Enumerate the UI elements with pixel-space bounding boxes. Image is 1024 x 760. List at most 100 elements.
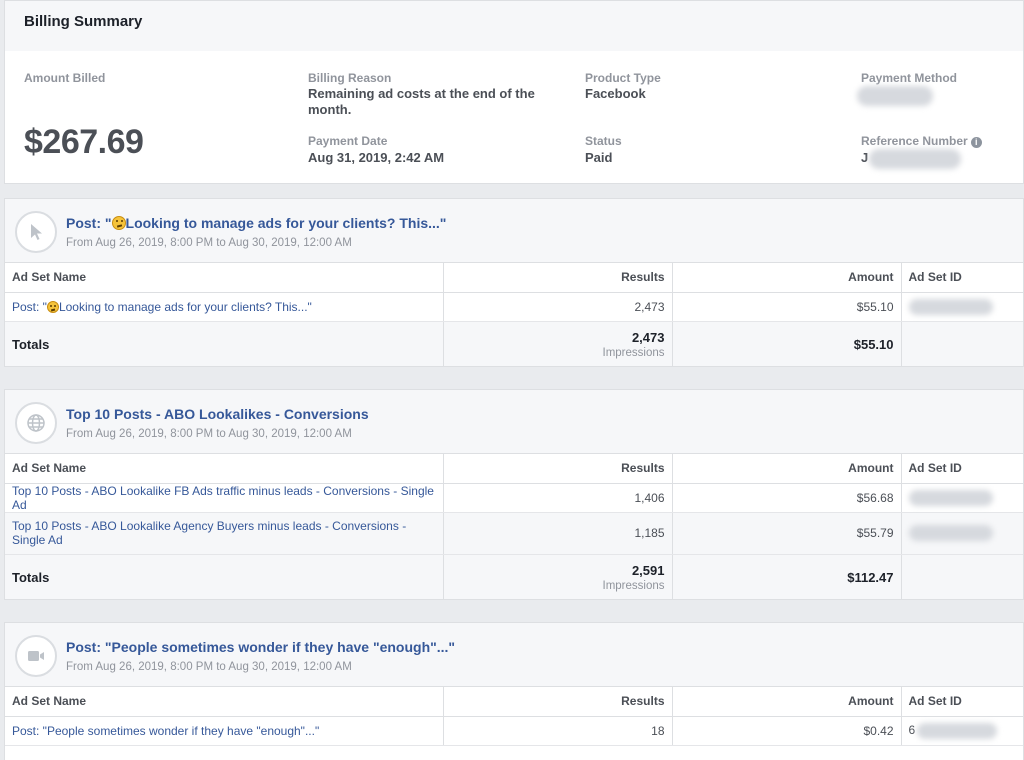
ad-set-table: Ad Set Name Results Amount Ad Set ID Pos… (5, 263, 1023, 366)
ad-set-link[interactable]: Top 10 Posts - ABO Lookalike FB Ads traf… (12, 484, 434, 512)
totals-empty-cell (901, 321, 1023, 366)
totals-results: 2,473 (631, 329, 665, 345)
campaign-title[interactable]: Post: "People sometimes wonder if they h… (66, 639, 455, 655)
totals-results-cell: 2,473 Impressions (443, 321, 673, 366)
amount-cell: $55.10 (672, 292, 902, 322)
billing-reason-value: Remaining ad costs at the end of the mon… (308, 86, 535, 117)
reference-number-label-text: Reference Number (861, 134, 968, 148)
status-label: Status (585, 134, 622, 148)
globe-icon (15, 402, 57, 444)
campaign-card: Post: " Looking to manage ads for your cl… (4, 198, 1024, 367)
col-amount[interactable]: Amount (672, 687, 902, 717)
col-results[interactable]: Results (443, 687, 673, 717)
totals-row: Totals 2,591 Impressions $112.47 (5, 554, 1023, 599)
video-camera-icon (15, 635, 57, 677)
amount-cell: $0.42 (672, 716, 902, 746)
campaign-date-range: From Aug 26, 2019, 8:00 PM to Aug 30, 20… (66, 237, 352, 249)
results-cell: 2,473 (443, 292, 673, 322)
col-amount[interactable]: Amount (672, 263, 902, 293)
thinking-emoji-icon (46, 300, 59, 313)
ad-set-id-redacted (917, 722, 998, 739)
ad-set-link[interactable]: Post: "People sometimes wonder if they h… (12, 724, 319, 738)
billing-summary-title: Billing Summary (5, 1, 1023, 51)
payment-method-label: Payment Method (861, 71, 958, 85)
totals-label: Totals (12, 336, 50, 352)
totals-label-cell: Totals (5, 554, 444, 599)
totals-results-cell: 2,591 Impressions (443, 554, 673, 599)
campaign-card: Post: "People sometimes wonder if they h… (4, 622, 1024, 760)
info-icon[interactable]: i (970, 137, 982, 148)
reference-number-label: Reference Number i (861, 134, 982, 148)
table-row: Post: "People sometimes wonder if they h… (5, 716, 1023, 746)
ad-set-id-cell (901, 292, 1023, 322)
results-cell: 18 (443, 716, 673, 746)
totals-label: Totals (12, 569, 50, 585)
product-type-value: Facebook (585, 86, 646, 101)
ad-set-id-redacted (908, 298, 993, 315)
col-ad-set-name[interactable]: Ad Set Name (5, 687, 444, 717)
billing-summary-card: Billing Summary Amount Billed $267.69 Bi… (4, 0, 1024, 184)
totals-unit: Impressions (602, 346, 665, 359)
ad-set-name-post: Looking to manage ads for your clients? … (58, 299, 312, 314)
campaign-date-range: From Aug 26, 2019, 8:00 PM to Aug 30, 20… (66, 428, 352, 440)
totals-amount-cell: $55.10 (672, 321, 902, 366)
totals-unit: Impressions (602, 579, 665, 592)
ad-set-name-cell: Post: " Looking to manage ads for your cl… (5, 292, 444, 322)
reference-number-redacted (869, 149, 961, 169)
table-row: Post: " Looking to manage ads for your cl… (5, 292, 1023, 322)
col-ad-set-id[interactable]: Ad Set ID (901, 263, 1023, 293)
results-cell: 1,406 (443, 483, 673, 513)
col-ad-set-id[interactable]: Ad Set ID (901, 454, 1023, 484)
col-results[interactable]: Results (443, 263, 673, 293)
amount-cell: $55.79 (672, 512, 902, 555)
results-cell: 1,185 (443, 512, 673, 555)
product-type-label: Product Type (585, 71, 661, 85)
totals-amount: $55.10 (853, 336, 894, 352)
totals-label-cell: Totals (5, 321, 444, 366)
campaign-title[interactable]: Post: " Looking to manage ads for your cl… (66, 215, 446, 231)
table-header-row: Ad Set Name Results Amount Ad Set ID (5, 687, 1023, 717)
ad-set-link[interactable]: Post: " Looking to manage ads for your cl… (12, 300, 312, 314)
ad-set-id-cell (901, 483, 1023, 513)
totals-amount: $112.47 (847, 569, 894, 585)
payment-date-value: Aug 31, 2019, 2:42 AM (308, 150, 445, 165)
payment-method-redacted (857, 86, 933, 106)
campaign-title-pre: Post: " (66, 215, 112, 231)
status-value: Paid (585, 150, 613, 165)
col-ad-set-name[interactable]: Ad Set Name (5, 263, 444, 293)
totals-amount-cell: $112.47 (672, 554, 902, 599)
campaign-header: Post: " Looking to manage ads for your cl… (5, 199, 1023, 263)
ad-set-link[interactable]: Top 10 Posts - ABO Lookalike Agency Buye… (12, 519, 406, 547)
ad-set-id-cell (901, 512, 1023, 555)
ad-set-id-redacted (908, 525, 993, 541)
billing-summary-body: Amount Billed $267.69 Billing Reason Rem… (5, 51, 1023, 183)
billing-reason-label: Billing Reason (308, 71, 392, 85)
ad-set-name-cell: Top 10 Posts - ABO Lookalike Agency Buye… (5, 512, 444, 555)
table-row: Top 10 Posts - ABO Lookalike FB Ads traf… (5, 483, 1023, 513)
ad-set-name-cell: Top 10 Posts - ABO Lookalike FB Ads traf… (5, 483, 444, 513)
payment-date-label: Payment Date (308, 134, 388, 148)
col-ad-set-name[interactable]: Ad Set Name (5, 454, 444, 484)
campaign-title-post: Looking to manage ads for your clients? … (125, 215, 447, 231)
ad-set-name-cell: Post: "People sometimes wonder if they h… (5, 716, 444, 746)
cursor-icon (15, 211, 57, 253)
col-ad-set-id[interactable]: Ad Set ID (901, 687, 1023, 717)
ad-set-id-prefix: 6 (908, 722, 916, 737)
amount-billed-value: $267.69 (24, 123, 144, 161)
amount-billed-label: Amount Billed (24, 71, 106, 85)
campaign-date-range: From Aug 26, 2019, 8:00 PM to Aug 30, 20… (66, 661, 352, 673)
campaign-header: Post: "People sometimes wonder if they h… (5, 623, 1023, 687)
col-amount[interactable]: Amount (672, 454, 902, 484)
campaign-header: Top 10 Posts - ABO Lookalikes - Conversi… (5, 390, 1023, 454)
totals-results: 2,591 (631, 562, 665, 578)
ad-set-id-redacted (908, 489, 993, 506)
table-header-row: Ad Set Name Results Amount Ad Set ID (5, 454, 1023, 484)
col-results[interactable]: Results (443, 454, 673, 484)
ad-set-table: Ad Set Name Results Amount Ad Set ID Top… (5, 454, 1023, 599)
campaign-title[interactable]: Top 10 Posts - ABO Lookalikes - Conversi… (66, 406, 369, 422)
reference-number-prefix: J (861, 150, 869, 165)
campaign-card: Top 10 Posts - ABO Lookalikes - Conversi… (4, 389, 1024, 600)
ad-set-id-cell: 6 (901, 716, 1023, 746)
totals-row: Totals 2,473 Impressions $55.10 (5, 321, 1023, 366)
table-row: Top 10 Posts - ABO Lookalike Agency Buye… (5, 512, 1023, 555)
